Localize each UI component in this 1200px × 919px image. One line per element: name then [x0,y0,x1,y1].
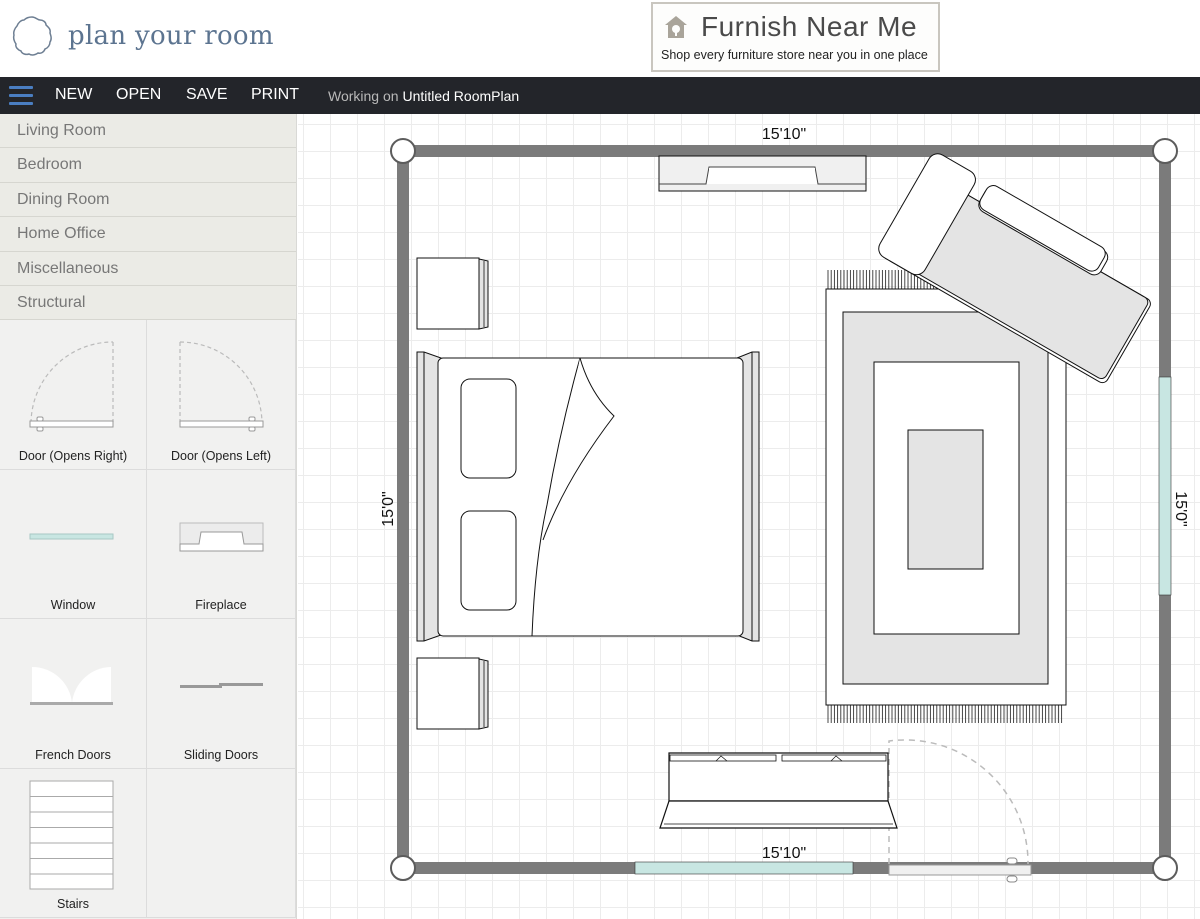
house-icon [665,16,687,38]
document-name[interactable]: Untitled RoomPlan [402,88,519,104]
sliding-doors-icon [180,683,263,689]
empty-slot [147,768,296,919]
category-dining-room[interactable]: Dining Room [0,182,296,218]
working-prefix: Working on [328,88,399,104]
toolbar: NEW OPEN SAVE PRINT Working on Untitled … [0,77,1200,114]
window-bottom[interactable] [634,861,854,875]
corner-handle-top-right[interactable] [1152,138,1178,164]
dimension-bottom: 15'10" [762,845,806,862]
category-living-room[interactable]: Living Room [0,114,296,149]
dimension-right: 15'0" [1172,491,1189,526]
window-icon [29,533,114,540]
open-button[interactable]: OPEN [116,86,161,104]
item-door-opens-right[interactable]: Door (Opens Right) [0,320,147,470]
sidebar: Living Room Bedroom Dining Room Home Off… [0,114,297,919]
item-door-opens-left[interactable]: Door (Opens Left) [147,320,296,470]
item-label: Sliding Doors [183,747,259,762]
dimension-top: 15'10" [762,126,806,143]
item-label: Door (Opens Left) [170,448,272,463]
hamburger-icon[interactable] [9,86,33,106]
item-stairs[interactable]: Stairs [0,768,147,919]
window-right[interactable] [1158,376,1172,596]
dimension-left: 15'0" [380,491,397,526]
bench[interactable] [659,752,898,829]
door-left-icon [179,341,264,432]
corner-handle-bottom-left[interactable] [390,855,416,881]
furnish-near-me-ad[interactable]: Furnish Near Me Shop every furniture sto… [651,2,940,72]
nightstand-top[interactable] [416,257,489,330]
item-sliding-doors[interactable]: Sliding Doors [147,619,296,769]
item-fireplace[interactable]: Fireplace [147,469,296,620]
print-button[interactable]: PRINT [251,86,299,104]
category-structural[interactable]: Structural [0,285,296,321]
category-bedroom[interactable]: Bedroom [0,148,296,183]
french-doors-icon [30,667,113,706]
save-button[interactable]: SAVE [186,86,228,104]
corner-handle-bottom-right[interactable] [1152,855,1178,881]
logo[interactable]: plan your room [10,14,274,58]
stairs-icon [29,780,114,890]
new-button[interactable]: NEW [55,86,92,104]
item-label: Door (Opens Right) [18,448,128,463]
bed[interactable] [416,351,760,642]
door[interactable] [888,739,1032,883]
item-label: Fireplace [195,598,247,613]
item-label: Window [50,598,96,613]
door-right-icon [29,341,114,432]
ad-subtitle: Shop every furniture store near you in o… [661,48,928,62]
logo-flower-icon [12,16,52,56]
header: plan your room Furnish Near Me Shop ever… [0,0,1200,77]
category-home-office[interactable]: Home Office [0,217,296,252]
corner-handle-top-left[interactable] [390,138,416,164]
nightstand-bottom[interactable] [416,657,489,730]
floor-plan: 15'10" 15'10" 15'0" 15'0" [380,126,1189,883]
item-label: French Doors [35,747,111,762]
logo-text: plan your room [68,21,274,51]
fireplace-icon [179,522,264,552]
structural-items: Door (Opens Right) Door (Opens Left) Win… [0,320,296,919]
working-on-status: Working on Untitled RoomPlan [328,88,519,104]
fireplace[interactable] [658,155,867,192]
item-french-doors[interactable]: French Doors [0,619,147,769]
item-label: Stairs [57,897,89,912]
category-miscellaneous[interactable]: Miscellaneous [0,251,296,286]
item-window[interactable]: Window [0,469,147,620]
ad-title: Furnish Near Me [701,11,918,42]
room-canvas[interactable]: 15'10" 15'10" 15'0" 15'0" [298,114,1200,919]
